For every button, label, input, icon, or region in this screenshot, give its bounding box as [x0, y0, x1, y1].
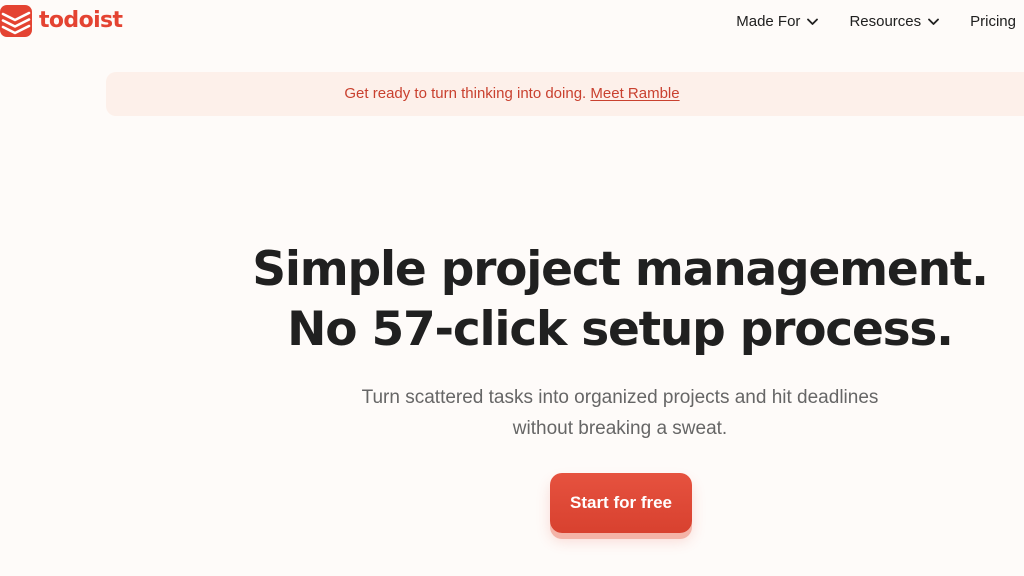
nav-item-resources[interactable]: Resources	[849, 12, 940, 32]
nav-item-label: Pricing	[970, 13, 1016, 30]
hero-title-line-2: No 57-click setup process.	[287, 302, 954, 357]
start-for-free-button[interactable]: Start for free	[550, 473, 692, 533]
todoist-logo[interactable]: todoist	[0, 5, 123, 37]
chevron-down-icon	[807, 18, 819, 25]
hero-title: Simple project management. No 57-click s…	[240, 240, 1000, 360]
nav-item-label: Resources	[849, 13, 922, 30]
hero-title-line-1: Simple project management.	[252, 242, 989, 297]
hero-subtitle-line-2: without breaking a sweat.	[512, 418, 728, 439]
main-nav: Made For Resources Pricing	[705, 12, 1016, 32]
nav-item-pricing[interactable]: Pricing	[970, 12, 1016, 32]
hero-subtitle: Turn scattered tasks into organized proj…	[300, 382, 940, 444]
chevron-down-icon	[928, 18, 940, 25]
nav-item-label: Made For	[736, 13, 801, 30]
todoist-layers-icon	[0, 5, 32, 37]
announcement-message: Get ready to turn thinking into doing.	[344, 85, 587, 102]
hero-subtitle-line-1: Turn scattered tasks into organized proj…	[361, 387, 879, 408]
logo-wordmark: todoist	[39, 8, 123, 33]
nav-item-made-for[interactable]: Made For	[736, 12, 819, 32]
meet-ramble-link[interactable]: Meet Ramble	[590, 85, 679, 102]
site-header: todoist Made For Resources Pricing	[0, 0, 1024, 44]
announcement-text: Get ready to turn thinking into doing. M…	[0, 84, 1024, 104]
